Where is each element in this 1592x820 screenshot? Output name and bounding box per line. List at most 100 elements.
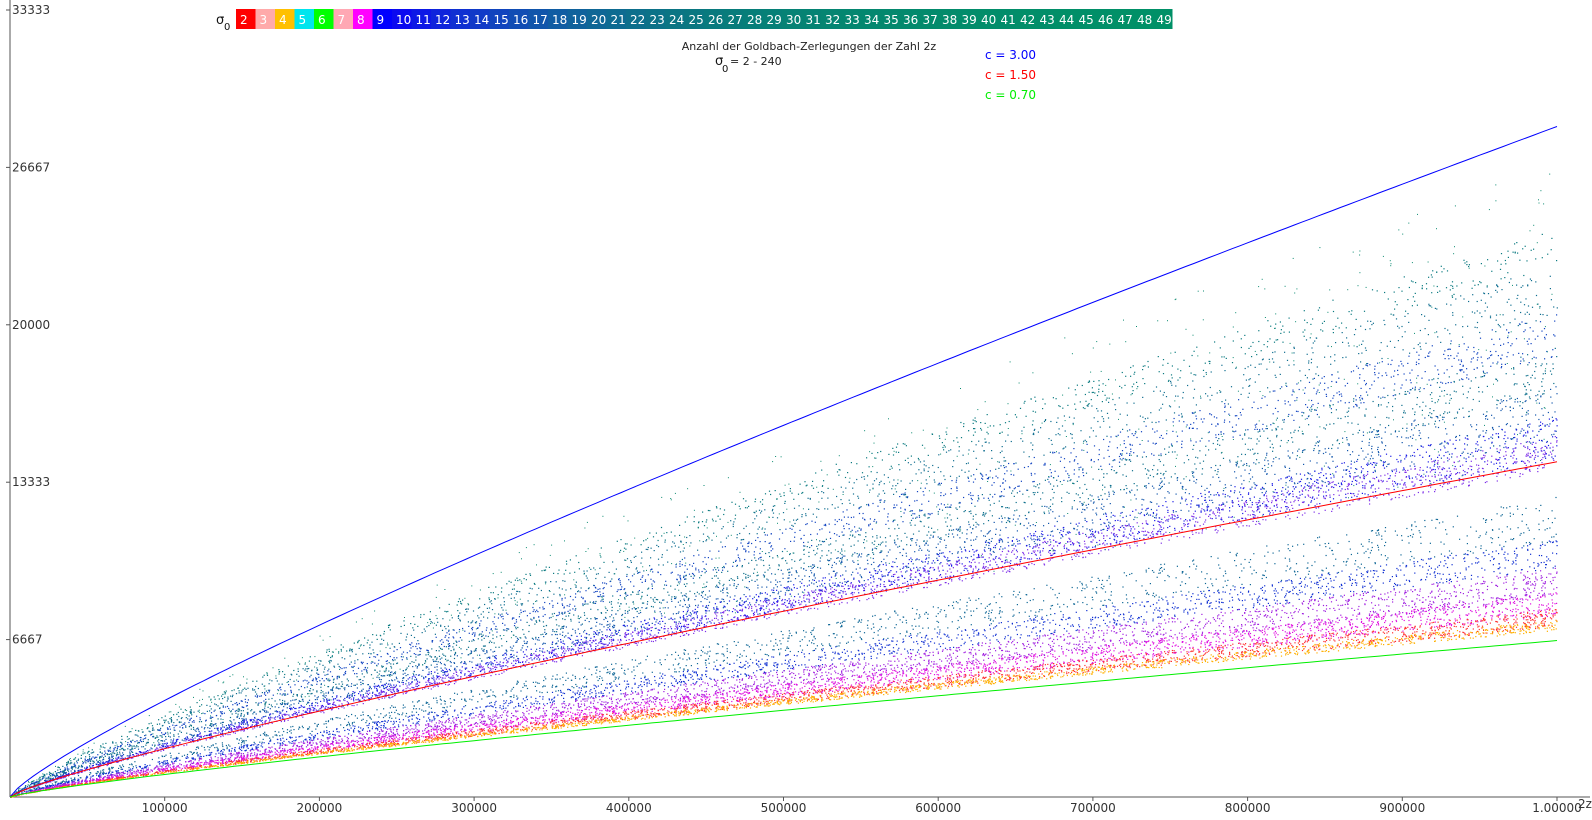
scatter-point — [764, 571, 766, 573]
scatter-point — [209, 705, 211, 707]
scatter-point — [1250, 364, 1252, 366]
scatter-point — [104, 750, 106, 752]
scatter-point — [1433, 378, 1435, 380]
scatter-point — [355, 653, 357, 655]
scatter-point — [721, 567, 724, 569]
scatter-point — [1503, 324, 1505, 326]
scatter-point — [1458, 408, 1460, 410]
scatter-point — [403, 620, 405, 622]
scatter-point — [540, 589, 542, 592]
scatter-point — [734, 518, 736, 520]
scatter-point — [605, 607, 607, 610]
scatter-point — [1495, 331, 1497, 333]
scatter-point — [1139, 415, 1141, 417]
scatter-point — [1213, 416, 1215, 418]
scatter-point — [187, 718, 189, 720]
scatter-point — [1537, 398, 1539, 400]
scatter-point — [1430, 305, 1432, 307]
scatter-point — [1390, 433, 1392, 435]
scatter-point — [553, 612, 555, 615]
scatter-point — [1158, 459, 1160, 461]
scatter-point — [537, 611, 539, 613]
scatter-point — [189, 718, 191, 720]
scatter-point — [713, 532, 715, 534]
scatter-point — [1294, 400, 1296, 402]
scatter-point — [387, 644, 389, 646]
scatter-point — [298, 675, 300, 677]
scatter-point — [1244, 334, 1246, 336]
scatter-point — [1248, 347, 1250, 349]
scatter-point — [99, 751, 101, 753]
scatter-point — [310, 674, 312, 676]
scatter-point — [1541, 385, 1543, 387]
scatter-point — [1280, 329, 1282, 331]
scatter-point — [254, 695, 256, 697]
scatter-point — [1259, 429, 1261, 431]
scatter-point — [950, 493, 952, 495]
scatter-point — [1434, 307, 1436, 309]
scatter-point — [633, 607, 635, 609]
scatter-point — [716, 507, 718, 509]
scatter-point — [864, 519, 866, 521]
scatter-point — [754, 557, 756, 559]
scatter-point — [1201, 468, 1204, 470]
scatter-point — [1152, 428, 1154, 430]
scatter-point — [497, 594, 499, 596]
scatter-point — [1462, 326, 1464, 328]
scatter-point — [186, 714, 188, 716]
scatter-point — [655, 621, 657, 623]
scatter-point — [467, 608, 469, 610]
scatter-point — [1186, 454, 1188, 457]
scatter-point — [494, 598, 496, 600]
scatter-point — [1163, 464, 1165, 466]
scatter-point — [64, 772, 66, 774]
scatter-point — [1034, 396, 1036, 398]
scatter-point — [1315, 393, 1317, 395]
scatter-point — [1317, 402, 1319, 404]
scatter-point — [759, 541, 761, 543]
scatter-point — [1044, 464, 1046, 466]
scatter-point — [974, 420, 976, 422]
scatter-point — [863, 542, 865, 544]
scatter-point — [1037, 431, 1039, 433]
scatter-point — [1392, 410, 1394, 412]
scatter-point — [924, 515, 926, 517]
scatter-point — [447, 625, 449, 627]
scatter-point — [559, 593, 561, 596]
scatter-point — [356, 676, 358, 678]
scatter-point — [1499, 338, 1501, 340]
scatter-point — [140, 737, 142, 739]
scatter-point — [816, 552, 818, 554]
scatter-point — [782, 577, 784, 579]
scatter-point — [846, 559, 848, 561]
scatter-point — [477, 607, 480, 609]
scatter-point — [770, 545, 773, 547]
scatter-point — [676, 584, 679, 586]
scatter-point — [493, 616, 496, 618]
scatter-point — [772, 548, 774, 550]
scatter-point — [1080, 430, 1082, 432]
scatter-point — [345, 667, 347, 669]
scatter-point — [222, 705, 224, 707]
scatter-point — [702, 541, 704, 543]
scatter-point — [1192, 380, 1194, 382]
scatter-point — [1034, 411, 1037, 413]
scatter-point — [1448, 358, 1450, 360]
scatter-point — [477, 615, 479, 617]
scatter-point — [515, 593, 517, 595]
scatter-point — [644, 580, 646, 582]
scatter-point — [1034, 525, 1036, 527]
scatter-point — [1447, 355, 1449, 357]
scatter-point — [1418, 434, 1420, 437]
scatter-point — [259, 695, 261, 697]
scatter-point — [1098, 391, 1100, 393]
scatter-point — [1394, 301, 1396, 303]
scatter-point — [777, 593, 779, 595]
scatter-point — [1075, 408, 1077, 410]
scatter-point — [113, 747, 115, 750]
scatter-point — [130, 731, 132, 733]
scatter-point — [651, 583, 653, 585]
scatter-point — [1543, 328, 1546, 330]
scatter-point — [755, 559, 757, 562]
scatter-point — [664, 584, 666, 586]
